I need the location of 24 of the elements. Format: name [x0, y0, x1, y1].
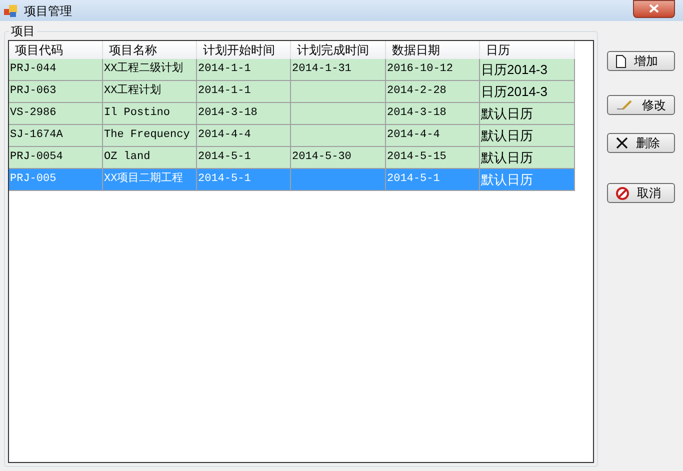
column-header[interactable]: 计划完成时间	[291, 41, 386, 59]
close-button[interactable]	[633, 0, 675, 18]
column-header[interactable]: 数据日期	[386, 41, 480, 59]
app-icon	[4, 4, 18, 16]
action-button[interactable]: 删除	[607, 133, 675, 153]
column-header[interactable]: 项目代码	[9, 41, 103, 59]
table-cell: 2014-5-1	[386, 169, 480, 191]
close-icon	[649, 4, 659, 13]
column-header[interactable]: 项目名称	[103, 41, 197, 59]
group-title: 项目	[9, 23, 37, 39]
window-title: 项目管理	[24, 2, 72, 20]
action-button[interactable]: 增加	[607, 51, 675, 71]
table-cell: 2014-5-1	[197, 169, 291, 191]
pencil-icon	[616, 100, 634, 110]
table-cell: 默认日历	[480, 169, 575, 191]
table-cell: XX项目二期工程	[103, 169, 197, 191]
table-cell: PRJ-005	[9, 169, 103, 191]
cross-icon	[616, 137, 628, 149]
action-button[interactable]: 取消	[607, 183, 675, 203]
column-header[interactable]: 日历	[480, 41, 575, 59]
action-button[interactable]: 修改	[607, 95, 675, 115]
document-icon	[616, 54, 626, 68]
no-entry-icon	[616, 186, 629, 200]
column-header[interactable]: 计划开始时间	[197, 41, 291, 59]
